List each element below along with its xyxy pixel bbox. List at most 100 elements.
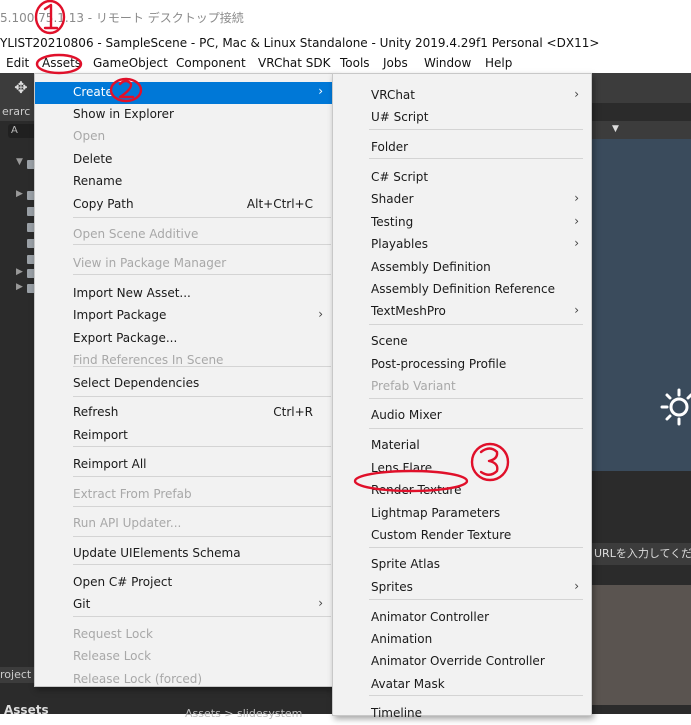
create-menu-item-render-texture[interactable]: Render Texture [333,480,591,502]
create-menu-item-vrchat[interactable]: VRChat › [333,85,591,107]
menu-window[interactable]: Window [424,56,471,70]
create-menu-item-animation[interactable]: Animation [333,629,591,651]
move-tool-icon[interactable]: ✥ [8,76,34,100]
menu-item-label: Animator Override Controller [371,654,545,668]
rdp-titlebar: 5.100.75.1.13 - リモート デスクトップ接続 [0,0,691,34]
assets-menu-item-import-package[interactable]: Import Package › [35,305,333,327]
menu-edit[interactable]: Edit [6,56,29,70]
menu-item-label: Release Lock (forced) [73,672,203,686]
assets-menu-item-create[interactable]: Create › [35,82,333,104]
menu-item-label: Prefab Variant [371,379,456,393]
assets-menu-item-git[interactable]: Git › [35,594,333,616]
tree-arrow-icon[interactable]: ▶ [16,189,23,199]
create-menu-item-assembly-definition-reference[interactable]: Assembly Definition Reference [333,279,591,301]
assets-menu-item-delete[interactable]: Delete [35,149,333,171]
menu-item-label: Assembly Definition [371,260,491,274]
assets-menu-item-refresh[interactable]: Refresh Ctrl+R [35,402,333,424]
create-menu-item-animator-override-controller[interactable]: Animator Override Controller [333,651,591,673]
create-menu-item-shader[interactable]: Shader › [333,189,591,211]
menu-help[interactable]: Help [485,56,512,70]
url-input[interactable]: URLを入力してくださ [590,543,691,565]
menu-item-label: Show in Explorer [73,107,174,121]
menu-item-label: Post-processing Profile [371,357,507,371]
menu-jobs[interactable]: Jobs [383,56,408,70]
menu-item-shortcut: Ctrl+R [273,405,313,419]
dropdown-arrow-icon[interactable]: ▼ [612,124,619,134]
create-menu-item-sprites[interactable]: Sprites › [333,577,591,599]
assets-menu-item-open-c-project[interactable]: Open C# Project [35,572,333,594]
assets-menu-item-rename[interactable]: Rename [35,171,333,193]
menu-vrchat-sdk[interactable]: VRChat SDK [258,56,331,70]
create-menu-item-avatar-mask[interactable]: Avatar Mask [333,674,591,696]
menu-item-label: TextMeshPro [371,304,446,318]
menu-item-label: Lens Flare [371,461,433,475]
create-menu-item-scene[interactable]: Scene [333,331,591,353]
assets-menu-item-view-in-package-manager: View in Package Manager [35,253,333,275]
menu-separator [73,536,331,537]
create-menu-item-folder[interactable]: Folder [333,137,591,159]
tree-arrow-icon[interactable]: ▼ [16,157,23,167]
hierarchy-search-input[interactable]: A [8,124,37,138]
menu-component[interactable]: Component [176,56,246,70]
menu-item-label: Render Texture [371,483,462,497]
menu-item-label: Playables [371,237,428,251]
assets-menu-item-reimport[interactable]: Reimport [35,425,333,447]
menu-item-label: Release Lock [73,649,152,663]
menu-tools[interactable]: Tools [340,56,370,70]
menu-item-label: Delete [73,152,113,166]
game-view [590,585,691,705]
menu-item-shortcut: Alt+Ctrl+C [246,197,313,211]
menu-separator [73,506,331,507]
create-menu-item-material[interactable]: Material [333,435,591,457]
assets-menu-item-open-scene-additive: Open Scene Additive [35,224,333,246]
create-menu-item-textmeshpro[interactable]: TextMeshPro › [333,301,591,323]
create-menu-item-u-script[interactable]: U# Script [333,107,591,129]
menu-item-label: Request Lock [73,627,153,641]
assets-menu-item-open: Open [35,126,333,148]
assets-menu-item-update-uielements-schema[interactable]: Update UIElements Schema [35,543,333,565]
create-menu-item-lightmap-parameters[interactable]: Lightmap Parameters [333,503,591,525]
assets-menu-item-show-in-explorer[interactable]: Show in Explorer [35,104,333,126]
menu-separator [73,217,331,218]
menu-item-label: View in Package Manager [73,256,227,270]
menu-item-label: Update UIElements Schema [73,546,241,560]
menu-item-label: Folder [371,140,409,154]
tree-arrow-icon[interactable]: ▶ [16,282,23,292]
create-menu-item-audio-mixer[interactable]: Audio Mixer [333,405,591,427]
create-menu-item-animator-controller[interactable]: Animator Controller [333,607,591,629]
menu-separator [369,547,583,548]
create-menu-item-prefab-variant: Prefab Variant [333,376,591,398]
create-menu-item-post-processing-profile[interactable]: Post-processing Profile [333,354,591,376]
menu-separator [73,616,331,617]
menu-item-label: Testing [371,215,414,229]
menu-item-label: Shader [371,192,414,206]
menu-assets[interactable]: Assets [42,56,81,70]
create-menu-item-lens-flare[interactable]: Lens Flare [333,458,591,480]
assets-menu-item-run-api-updater: Run API Updater... [35,513,333,535]
assets-menu-item-import-new-asset[interactable]: Import New Asset... [35,283,333,305]
create-menu-item-testing[interactable]: Testing › [333,212,591,234]
menu-gameobject[interactable]: GameObject [93,56,168,70]
assets-menu-item-release-lock: Release Lock [35,646,333,668]
rdp-window-title: 5.100.75.1.13 - リモート デスクトップ接続 [0,11,244,25]
menu-item-label: VRChat [371,88,415,102]
assets-menu-item-copy-path[interactable]: Copy Path Alt+Ctrl+C [35,194,333,216]
create-submenu: VRChat › U# Script Folder C# Script Shader › Te… [332,73,592,720]
create-menu-item-timeline[interactable]: Timeline [333,703,591,725]
create-menu-item-custom-render-texture[interactable]: Custom Render Texture [333,525,591,547]
create-menu-item-c-script[interactable]: C# Script [333,167,591,189]
tree-arrow-icon[interactable]: ▶ [16,267,23,277]
menu-item-label: Find References In Scene [73,353,224,367]
assets-menu-item-reimport-all[interactable]: Reimport All [35,454,333,476]
menu-separator [73,396,331,397]
menu-item-label: Import New Asset... [73,286,191,300]
create-menu-item-sprite-atlas[interactable]: Sprite Atlas [333,554,591,576]
create-menu-item-assembly-definition[interactable]: Assembly Definition [333,257,591,279]
menu-item-label: Audio Mixer [371,408,442,422]
create-menu-item-playables[interactable]: Playables › [333,234,591,256]
menu-item-label: Timeline [371,706,423,720]
assets-menu-item-select-dependencies[interactable]: Select Dependencies [35,373,333,395]
menu-item-label: Select Dependencies [73,376,200,390]
assets-menu-item-export-package[interactable]: Export Package... [35,328,333,350]
menu-item-label: Export Package... [73,331,178,345]
